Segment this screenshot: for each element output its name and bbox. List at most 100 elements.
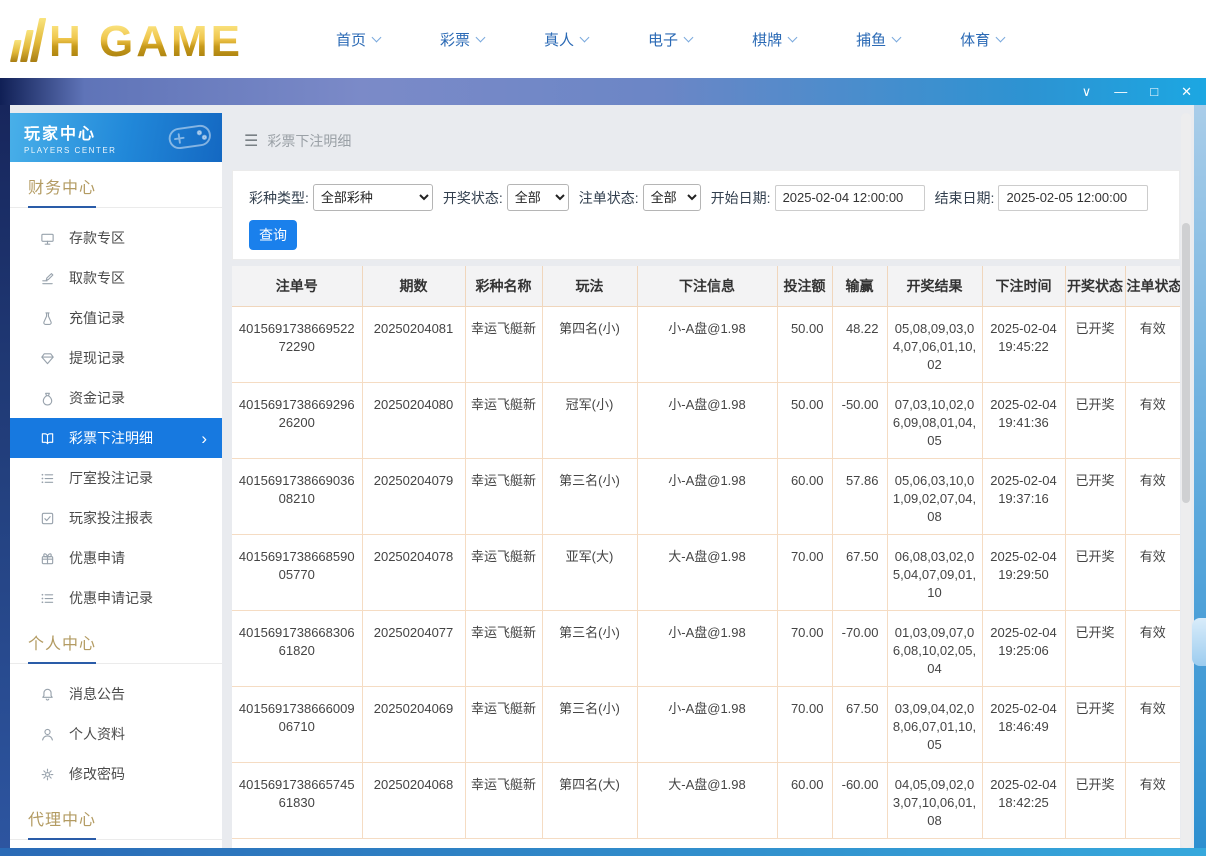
nav-item-label: 电子 [648,29,678,50]
table-cell: -60.00 [832,762,887,838]
menu-icon[interactable]: ☰ [244,131,258,151]
draw-status-select[interactable]: 全部 [507,184,569,211]
table-cell: 03,09,04,02,08,06,07,01,10,05 [887,686,982,762]
page-title: 彩票下注明细 [267,131,351,151]
table-cell: 第四名(小) [542,306,637,382]
table-cell: 2025-02-04 19:29:50 [982,534,1065,610]
sidebar-item-change-password[interactable]: 修改密码 [10,754,222,794]
sidebar-item-withdrawal-record[interactable]: 提现记录 [10,338,222,378]
filter-panel: 彩种类型: 全部彩种 开奖状态: 全部 注单状态: 全部 开始日期: 结束日期:… [232,170,1180,260]
logo-emblem-icon [9,18,47,68]
nav-item-label: 彩票 [440,29,470,50]
sidebar-item-recharge-record[interactable]: 充值记录 [10,298,222,338]
table-cell: 20250204081 [362,306,465,382]
table-cell: 大-A盘@1.98 [637,762,777,838]
nav-item-4[interactable]: 电子 [648,29,692,50]
table-cell: 2025-02-04 19:37:16 [982,458,1065,534]
sidebar-item-label: 修改密码 [69,764,125,784]
table-row: 40156917386660090671020250204069幸运飞艇新第三名… [232,686,1180,762]
table-cell: 01,03,09,07,06,08,10,02,05,04 [887,610,982,686]
table-cell: 401569173866574561830 [232,762,362,838]
sidebar-item-label: 优惠申请记录 [69,588,153,608]
table-cell: -70.00 [832,610,887,686]
table-cell: 小-A盘@1.98 [637,382,777,458]
table-cell: 幸运飞艇新 [465,458,542,534]
content-scrollbar[interactable] [1181,113,1191,848]
table-cell: 05,08,09,03,04,07,06,01,10,02 [887,306,982,382]
maximize-button[interactable]: □ [1150,85,1158,98]
table-cell: 小-A盘@1.98 [637,306,777,382]
table-cell: 已开奖 [1065,610,1125,686]
table-cell: 有效 [1125,686,1180,762]
sidebar-item-lottery-bet-detail[interactable]: 彩票下注明细 › [10,418,222,458]
table-cell: 20250204079 [362,458,465,534]
table-cell: 有效 [1125,610,1180,686]
sidebar-item-label: 资金记录 [69,388,125,408]
close-button[interactable]: ✕ [1181,85,1192,98]
table-cell: 20250204078 [362,534,465,610]
nav-item-label: 首页 [336,29,366,50]
sidebar-item-announcements[interactable]: 消息公告 [10,674,222,714]
nav-item-label: 棋牌 [752,29,782,50]
sidebar-item-funds-record[interactable]: 资金记录 [10,378,222,418]
column-header: 期数 [362,266,465,306]
collapse-button[interactable]: ∨ [1082,85,1092,98]
window-edge-left [0,105,10,848]
scrollbar-thumb[interactable] [1182,223,1190,503]
table-cell: 已开奖 [1065,534,1125,610]
bet-table-container: 注单号期数彩种名称玩法下注信息投注额输赢开奖结果下注时间开奖状态注单状态 401… [232,266,1180,848]
table-cell: 有效 [1125,382,1180,458]
sidebar-item-player-bet-report[interactable]: 玩家投注报表 [10,498,222,538]
end-date-label: 结束日期: [935,188,995,208]
column-header: 输赢 [832,266,887,306]
sidebar-item-profile[interactable]: 个人资料 [10,714,222,754]
nav-item-2[interactable]: 彩票 [440,29,484,50]
nav-item-7[interactable]: 体育 [960,29,1004,50]
password-icon [40,767,56,782]
end-date-input[interactable] [998,185,1148,211]
sidebar-item-label: 彩票下注明细 [69,428,153,448]
nav-item-5[interactable]: 棋牌 [752,29,796,50]
table-cell: 2025-02-04 18:42:25 [982,762,1065,838]
announcement-icon [40,687,56,702]
sidebar-header: 玩家中心 PLAYERS CENTER [10,113,222,162]
order-status-label: 注单状态: [579,188,639,208]
lottery-type-select[interactable]: 全部彩种 [313,184,433,211]
draw-status-label: 开奖状态: [443,188,503,208]
window-edge-bottom [0,848,1206,856]
nav-item-3[interactable]: 真人 [544,29,588,50]
minimize-button[interactable]: — [1114,85,1127,98]
table-cell: 已开奖 [1065,686,1125,762]
table-cell: 401569173866929626200 [232,382,362,458]
withdrawal-record-icon [40,351,56,366]
table-cell: 第三名(小) [542,610,637,686]
nav-item-6[interactable]: 捕鱼 [856,29,900,50]
site-header: H GAME 首页 彩票 真人 电子 棋牌 捕鱼 体育 [0,0,1206,78]
table-cell: -50.00 [832,382,887,458]
sidebar-item-withdraw[interactable]: 取款专区 [10,258,222,298]
table-cell: 幸运飞艇新 [465,306,542,382]
table-cell: 401569173866859005770 [232,534,362,610]
search-button[interactable]: 查询 [249,220,297,250]
right-edge-handle[interactable] [1192,618,1206,666]
profile-icon [40,727,56,742]
table-cell: 401569173866830661820 [232,610,362,686]
sidebar-item-promo-apply-record[interactable]: 优惠申请记录 [10,578,222,618]
table-cell: 小-A盘@1.98 [637,686,777,762]
table-cell: 已开奖 [1065,306,1125,382]
order-status-select[interactable]: 全部 [643,184,701,211]
table-cell: 有效 [1125,534,1180,610]
table-cell: 401569173866952272290 [232,306,362,382]
start-date-input[interactable] [775,185,925,211]
table-cell: 20250204077 [362,610,465,686]
table-row: 40156917386683066182020250204077幸运飞艇新第三名… [232,610,1180,686]
table-cell: 05,06,03,10,01,09,02,07,04,08 [887,458,982,534]
table-cell: 60.00 [777,762,832,838]
chevron-right-icon: › [201,430,207,447]
brand-logo[interactable]: H GAME [14,10,243,68]
sidebar-item-deposit[interactable]: 存款专区 [10,218,222,258]
sidebar-item-label: 取款专区 [69,268,125,288]
sidebar-item-hall-bet-record[interactable]: 厅室投注记录 [10,458,222,498]
sidebar-item-promo-apply[interactable]: 优惠申请 [10,538,222,578]
nav-item-1[interactable]: 首页 [336,29,380,50]
